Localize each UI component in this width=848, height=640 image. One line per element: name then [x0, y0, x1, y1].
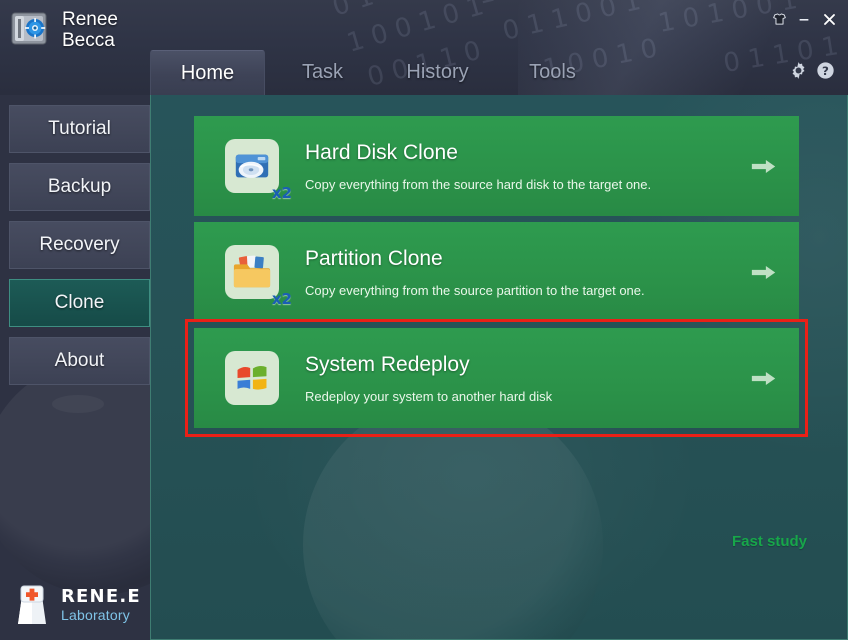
- sidebar-item-tutorial[interactable]: Tutorial: [9, 105, 150, 153]
- close-button[interactable]: [816, 8, 842, 30]
- svg-text:0 1 0 0 1: 0 1 0 0 1: [625, 0, 744, 3]
- safe-vault-icon: [10, 8, 52, 50]
- card-text: Partition Clone Copy everything from the…: [305, 247, 729, 298]
- hard-disk-icon: x2: [225, 139, 292, 202]
- sidebar: Tutorial Backup Recovery Clone About REN…: [0, 95, 150, 640]
- question-mark-icon[interactable]: ?: [815, 60, 835, 80]
- sidebar-item-backup[interactable]: Backup: [9, 163, 150, 211]
- app-title-line1: Renee: [62, 9, 118, 30]
- sidebar-nav: Tutorial Backup Recovery Clone About: [9, 105, 150, 395]
- arrow-right-icon[interactable]: [729, 157, 799, 176]
- sidebar-watermark-highlight: [52, 395, 104, 413]
- tab-bar: Home Task History Tools: [150, 50, 610, 95]
- app-title: Renee Becca: [62, 8, 118, 51]
- fast-study-link[interactable]: Fast study: [732, 533, 807, 550]
- svg-text:0 1 0 0 1 0: 0 1 0 0 1 0: [330, 0, 472, 23]
- sidebar-watermark: [0, 360, 150, 595]
- app-title-line2: Becca: [62, 30, 115, 51]
- card-partition-clone[interactable]: x2 Partition Clone Copy everything from …: [194, 222, 799, 322]
- card-title: Hard Disk Clone: [305, 140, 458, 164]
- icon-badge: x2: [271, 184, 292, 202]
- card-hard-disk-clone[interactable]: x2 Hard Disk Clone Copy everything from …: [194, 116, 799, 216]
- app-brand: Renee Becca: [10, 8, 118, 51]
- card-text: Hard Disk Clone Copy everything from the…: [305, 141, 729, 192]
- card-description: Redeploy your system to another hard dis…: [305, 388, 553, 404]
- card-system-redeploy[interactable]: System Redeploy Redeploy your system to …: [185, 319, 808, 437]
- red-cross-keycap-icon: [12, 584, 52, 626]
- tab-home[interactable]: Home: [150, 50, 265, 95]
- card-description: Copy everything from the source hard dis…: [305, 176, 652, 192]
- company-logo: RENE.E Laboratory: [12, 584, 141, 626]
- company-logo-text: RENE.E Laboratory: [61, 587, 141, 623]
- skin-icon[interactable]: [766, 8, 792, 30]
- tab-history[interactable]: History: [380, 50, 495, 95]
- company-name: RENE.E: [61, 586, 141, 607]
- minimize-button[interactable]: [791, 8, 817, 30]
- svg-text:?: ?: [822, 63, 829, 77]
- sidebar-item-recovery[interactable]: Recovery: [9, 221, 150, 269]
- tab-task[interactable]: Task: [265, 50, 380, 95]
- folder-partition-icon: x2: [225, 245, 292, 308]
- arrow-right-icon[interactable]: [729, 263, 799, 282]
- card-title: System Redeploy: [305, 352, 470, 376]
- card-text: System Redeploy Redeploy your system to …: [305, 353, 729, 404]
- clone-options-list: x2 Hard Disk Clone Copy everything from …: [185, 116, 808, 437]
- svg-text:0 1 1 0 0 1: 0 1 1 0 0 1: [500, 0, 644, 47]
- windows-logo-icon: [225, 351, 279, 405]
- sidebar-item-clone[interactable]: Clone: [9, 279, 150, 327]
- application-window: 0 1 0 0 1 0 1 0 0 1 1 0 1 0 1 0 0 1 1 0 …: [0, 0, 848, 640]
- main-content: x2 Hard Disk Clone Copy everything from …: [150, 95, 848, 640]
- company-subtitle: Laboratory: [61, 607, 130, 623]
- sidebar-item-about[interactable]: About: [9, 337, 150, 385]
- gear-icon[interactable]: [788, 60, 808, 80]
- title-bar: 0 1 0 0 1 0 1 0 0 1 1 0 1 0 1 0 0 1 1 0 …: [0, 0, 848, 95]
- icon-badge: x2: [271, 290, 292, 308]
- tab-tools[interactable]: Tools: [495, 50, 610, 95]
- card-title: Partition Clone: [305, 246, 443, 270]
- card-description: Copy everything from the source partitio…: [305, 282, 645, 298]
- arrow-right-icon[interactable]: [729, 369, 799, 388]
- svg-text:1 0 0 1 1 0 1: 1 0 0 1 1 0 1: [474, 0, 642, 11]
